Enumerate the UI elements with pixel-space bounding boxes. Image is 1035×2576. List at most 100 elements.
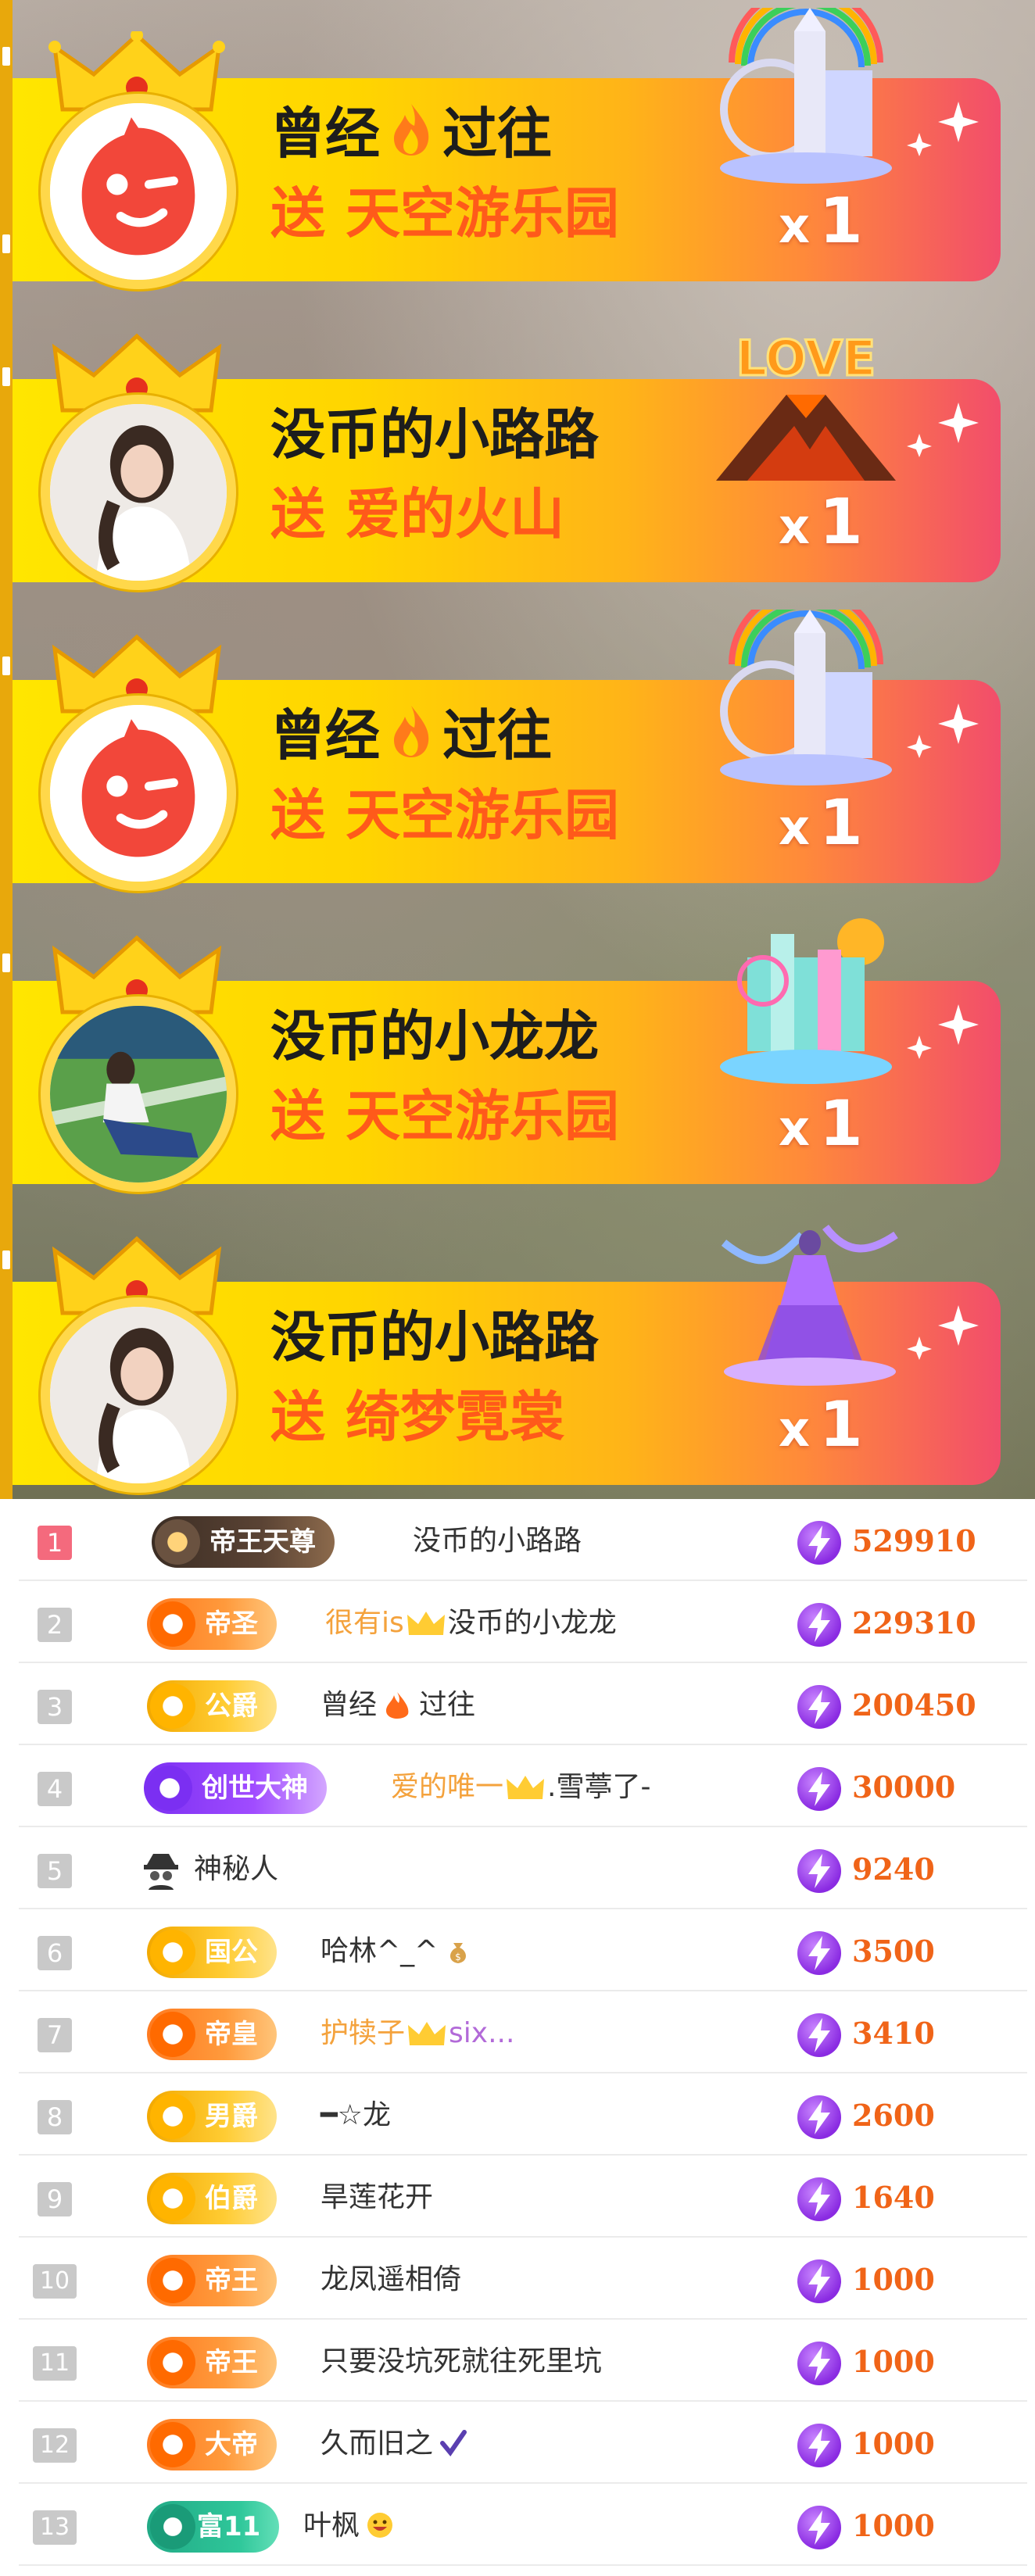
gift-count: x1 [779, 485, 863, 558]
level-badge[interactable]: 富11 [147, 2501, 280, 2553]
avatar[interactable] [41, 94, 236, 289]
badge-emblem-icon [155, 1519, 200, 1565]
girl-photo-avatar-icon [50, 1307, 227, 1483]
ranking-row[interactable]: 13 富11 叶枫 1000 [19, 2484, 1027, 2566]
user-name[interactable]: 龙凤遥相倚 [321, 2256, 461, 2303]
sparkle-icon [907, 402, 979, 457]
badge-emblem-icon [150, 2422, 195, 2467]
contribution-score: 529910 [852, 1523, 976, 1558]
gift-line: 送天空游乐园 [270, 181, 619, 245]
sender-name: 没币的小龙龙 [270, 1004, 599, 1068]
lightning-icon [797, 1685, 841, 1729]
rank-number: 8 [38, 2100, 72, 2134]
ranking-row[interactable]: 12 大帝 久而旧之 1000 [19, 2402, 1027, 2484]
gift-banner-1: 曾经 过往 送天空游乐园 x1 [13, 8, 1001, 289]
badge-emblem-icon [147, 1766, 192, 1811]
ranking-row[interactable]: 9 伯爵 旱莲花开 1640 [19, 2156, 1027, 2238]
lightning-icon [797, 2506, 841, 2549]
fan-crown-icon [408, 2022, 446, 2045]
left-edge-strip [0, 0, 13, 1499]
contribution-score: 1000 [852, 2426, 935, 2461]
sky-amusement-park-icon [720, 610, 892, 785]
ranking-row[interactable]: 1 帝王天尊 没币的小路路 529910 [19, 1499, 1027, 1581]
lightning-icon [797, 1521, 841, 1565]
lightning-icon [797, 1849, 841, 1893]
svg-text:$: $ [456, 1952, 462, 1962]
ranking-row[interactable]: 11 帝王 只要没坑死就往死里坑 1000 [19, 2320, 1027, 2402]
rank-number: 3 [38, 1690, 72, 1724]
user-name[interactable]: 只要没坑死就往死里坑 [321, 2338, 602, 2385]
ranking-row[interactable]: 4 创世大神 爱的唯一 .雪葶了- 30000 [19, 1745, 1027, 1827]
ranking-row[interactable]: 5 神秘人 9240 [19, 1827, 1027, 1909]
ranking-row[interactable]: 2 帝圣 很有is 没币的小龙龙 229310 [19, 1581, 1027, 1663]
user-name[interactable]: 很有is 没币的小龙龙 [325, 1600, 617, 1647]
level-badge[interactable]: 帝王天尊 [152, 1516, 335, 1568]
gift-count: x1 [779, 1087, 863, 1160]
fire-icon [394, 706, 429, 757]
level-badge[interactable]: 公爵 [147, 1680, 277, 1732]
contribution-score: 3410 [852, 2016, 935, 2051]
badge-emblem-icon [150, 2094, 195, 2139]
user-name[interactable]: 哈林^_^ $ [321, 1928, 472, 1975]
gift-count: x1 [779, 786, 863, 859]
contribution-score: 1000 [852, 2262, 935, 2297]
level-badge[interactable]: 大帝 [147, 2419, 277, 2470]
level-badge[interactable]: 男爵 [147, 2091, 277, 2142]
user-name[interactable]: 曾经 过往 [321, 1682, 475, 1729]
gift-banner-area: 曾经 过往 送天空游乐园 x1 没币的小路路 送 爱的火山 x 1 LOVE 曾… [0, 0, 1035, 1499]
user-name[interactable]: 护犊子 six... [321, 2010, 514, 2057]
rank-number: 6 [38, 1936, 72, 1970]
avatar[interactable] [41, 696, 236, 891]
svg-text:LOVE: LOVE [736, 330, 876, 387]
ranking-row[interactable]: 7 帝皇 护犊子 six... 3410 [19, 1991, 1027, 2073]
gift-line: 送天空游乐园 [270, 1084, 619, 1148]
ranking-row[interactable]: 3 公爵 曾经 过往 200450 [19, 1663, 1027, 1745]
level-badge[interactable]: 国公 [147, 1927, 277, 1978]
girl-photo-avatar-icon [50, 404, 227, 581]
user-name[interactable]: ━☆龙 [321, 2092, 391, 2139]
contribution-score: 9240 [852, 1852, 935, 1887]
smile-emoji-icon [367, 2513, 393, 2538]
gift-line: 送爱的火山 [270, 482, 564, 546]
sky-amusement-park-icon [720, 8, 892, 184]
sky-amusement-park-icon [720, 918, 892, 1084]
level-badge[interactable]: 伯爵 [147, 2173, 277, 2224]
user-name[interactable]: 神秘人 [194, 1846, 278, 1893]
user-name[interactable]: 没币的小路路 [413, 1518, 582, 1565]
lightning-icon [797, 2259, 841, 2303]
gift-line: 送绮梦霓裳 [270, 1385, 564, 1449]
fire-icon [394, 104, 429, 156]
user-name[interactable]: 久而旧之 [321, 2420, 467, 2467]
lightning-icon [797, 2095, 841, 2139]
dream-dress-icon [721, 1224, 898, 1386]
lightning-icon [797, 2177, 841, 2221]
rank-number: 9 [38, 2182, 72, 2216]
badge-emblem-icon [150, 2340, 195, 2385]
lightning-icon [797, 1931, 841, 1975]
user-name[interactable]: 爱的唯一 .雪葶了- [391, 1764, 650, 1811]
love-volcano-icon: LOVE [716, 329, 896, 481]
avatar[interactable] [41, 395, 236, 590]
ranking-row[interactable]: 6 国公 哈林^_^ $ 3500 [19, 1909, 1027, 1991]
level-badge[interactable]: 帝王 [147, 2337, 277, 2388]
level-badge[interactable]: 帝圣 [147, 1598, 277, 1650]
rank-number: 12 [33, 2428, 77, 2463]
level-badge[interactable]: 创世大神 [144, 1762, 327, 1814]
user-name[interactable]: 叶枫 [303, 2503, 394, 2549]
user-name[interactable]: 旱莲花开 [321, 2174, 433, 2221]
fire-icon [386, 1692, 409, 1719]
sparkle-icon [907, 703, 979, 758]
avatar[interactable] [41, 1297, 236, 1493]
contribution-score: 30000 [852, 1769, 956, 1805]
level-badge[interactable]: 帝王 [147, 2255, 277, 2306]
contribution-score: 1000 [852, 2344, 935, 2379]
sparkle-icon [907, 102, 979, 156]
ranking-row[interactable]: 10 帝王 龙凤遥相倚 1000 [19, 2238, 1027, 2320]
avatar[interactable] [41, 996, 236, 1192]
ranking-row[interactable]: 8 男爵 ━☆龙 2600 [19, 2073, 1027, 2156]
checkmark-icon [440, 2430, 467, 2456]
badge-emblem-icon [150, 2504, 195, 2549]
gift-banner-2: 没币的小路路 送爱的火山 x1 LOVE [13, 309, 1001, 590]
fan-crown-icon [406, 1612, 445, 1635]
level-badge[interactable]: 帝皇 [147, 2009, 277, 2060]
